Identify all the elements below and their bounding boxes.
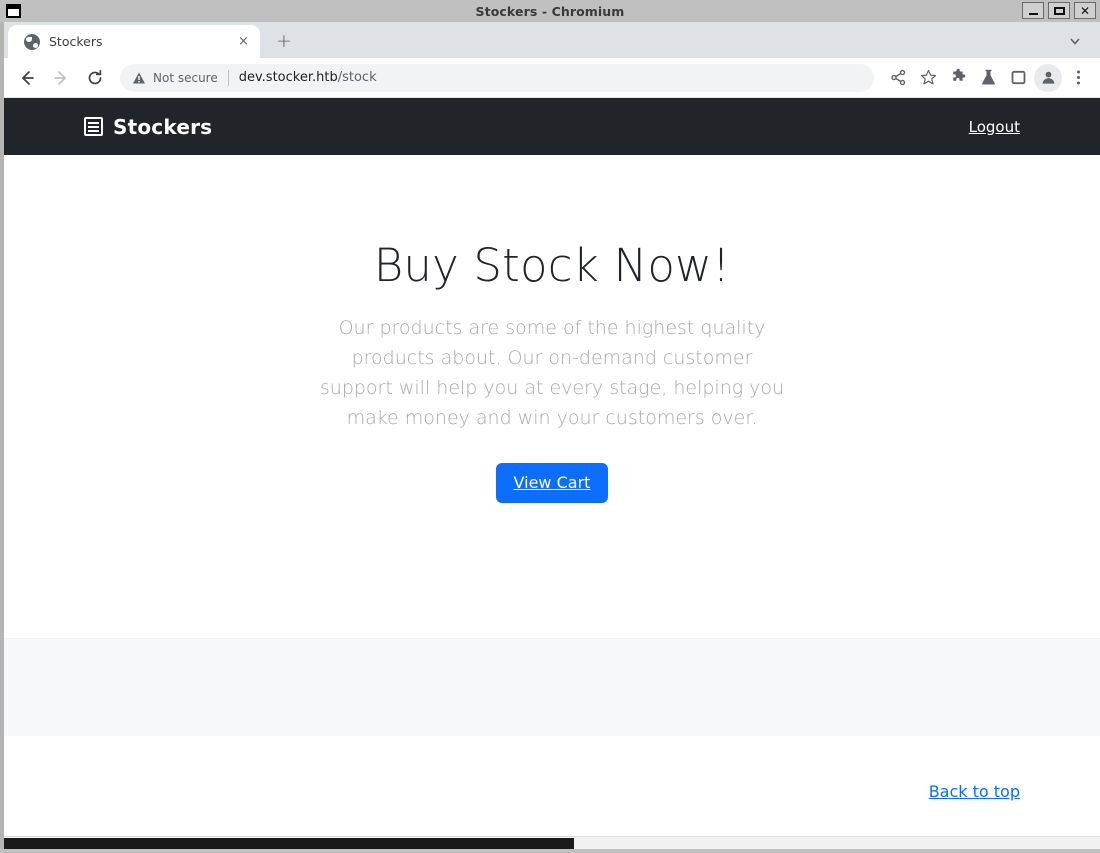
browser-window: Stockers - Chromium ✕ Stockers × + Not s…: [0, 0, 1100, 853]
share-icon[interactable]: [884, 64, 912, 92]
extensions-puzzle-icon[interactable]: [944, 64, 972, 92]
site-brand[interactable]: Stockers: [84, 115, 212, 139]
warning-triangle-icon: [133, 72, 145, 83]
page-title: Buy Stock Now!: [373, 239, 731, 292]
brand-name: Stockers: [113, 114, 213, 139]
window-controls: ✕: [1022, 2, 1096, 19]
page-viewport: Stockers Logout Buy Stock Now! Our produ…: [4, 98, 1100, 849]
security-label: Not secure: [153, 70, 218, 85]
close-icon[interactable]: ×: [235, 33, 252, 50]
tab-title: Stockers: [49, 34, 103, 49]
cta-container: View Cart: [4, 462, 1100, 503]
logout-link[interactable]: Logout: [969, 118, 1020, 136]
view-cart-button[interactable]: View Cart: [495, 462, 609, 503]
three-dot-menu-icon[interactable]: [1064, 64, 1092, 92]
side-panel-icon[interactable]: [1004, 64, 1032, 92]
site-navbar: Stockers Logout: [4, 98, 1100, 155]
experiments-flask-icon[interactable]: [974, 64, 1002, 92]
section-band: [4, 638, 1100, 736]
security-status[interactable]: Not secure: [132, 71, 218, 85]
omnibox-divider: [227, 69, 229, 86]
url-text: dev.stocker.htb/stock: [239, 70, 377, 85]
window-title: Stockers - Chromium: [475, 3, 625, 19]
new-tab-button[interactable]: +: [270, 27, 298, 55]
back-arrow-icon[interactable]: [12, 63, 42, 93]
hero-paragraph: Our products are some of the highest qua…: [319, 316, 785, 429]
hero-section: Buy Stock Now! Our products are some of …: [4, 155, 1100, 638]
tab-stockers[interactable]: Stockers ×: [8, 25, 260, 58]
close-button[interactable]: ✕: [1074, 2, 1096, 19]
browser-toolbar: Not secure dev.stocker.htb/stock: [4, 58, 1100, 98]
reload-icon[interactable]: [80, 63, 110, 93]
horizontal-scrollbar[interactable]: [4, 836, 1100, 849]
scrollbar-thumb[interactable]: [4, 838, 574, 849]
browser-chrome: Stockers × + Not secure dev.stocker.htb/…: [0, 22, 1100, 849]
profile-avatar-icon[interactable]: [1034, 63, 1062, 92]
star-bookmark-icon[interactable]: [914, 64, 942, 92]
url-path: /stock: [337, 70, 377, 85]
address-bar[interactable]: Not secure dev.stocker.htb/stock: [120, 63, 874, 92]
chevron-down-icon[interactable]: [1064, 30, 1086, 52]
minimize-button[interactable]: [1022, 2, 1044, 19]
list-document-icon: [84, 117, 103, 136]
window-bottom-frame: [0, 849, 1100, 853]
globe-icon: [24, 33, 40, 50]
forward-arrow-icon: [46, 63, 76, 93]
site-footer: Back to top: [4, 736, 1100, 836]
window-menu-icon[interactable]: [6, 4, 21, 18]
window-titlebar: Stockers - Chromium ✕: [0, 0, 1100, 22]
back-to-top-link[interactable]: Back to top: [929, 782, 1020, 801]
maximize-button[interactable]: [1048, 2, 1070, 19]
tab-strip: Stockers × +: [4, 22, 1100, 58]
url-host: dev.stocker.htb: [238, 70, 338, 85]
